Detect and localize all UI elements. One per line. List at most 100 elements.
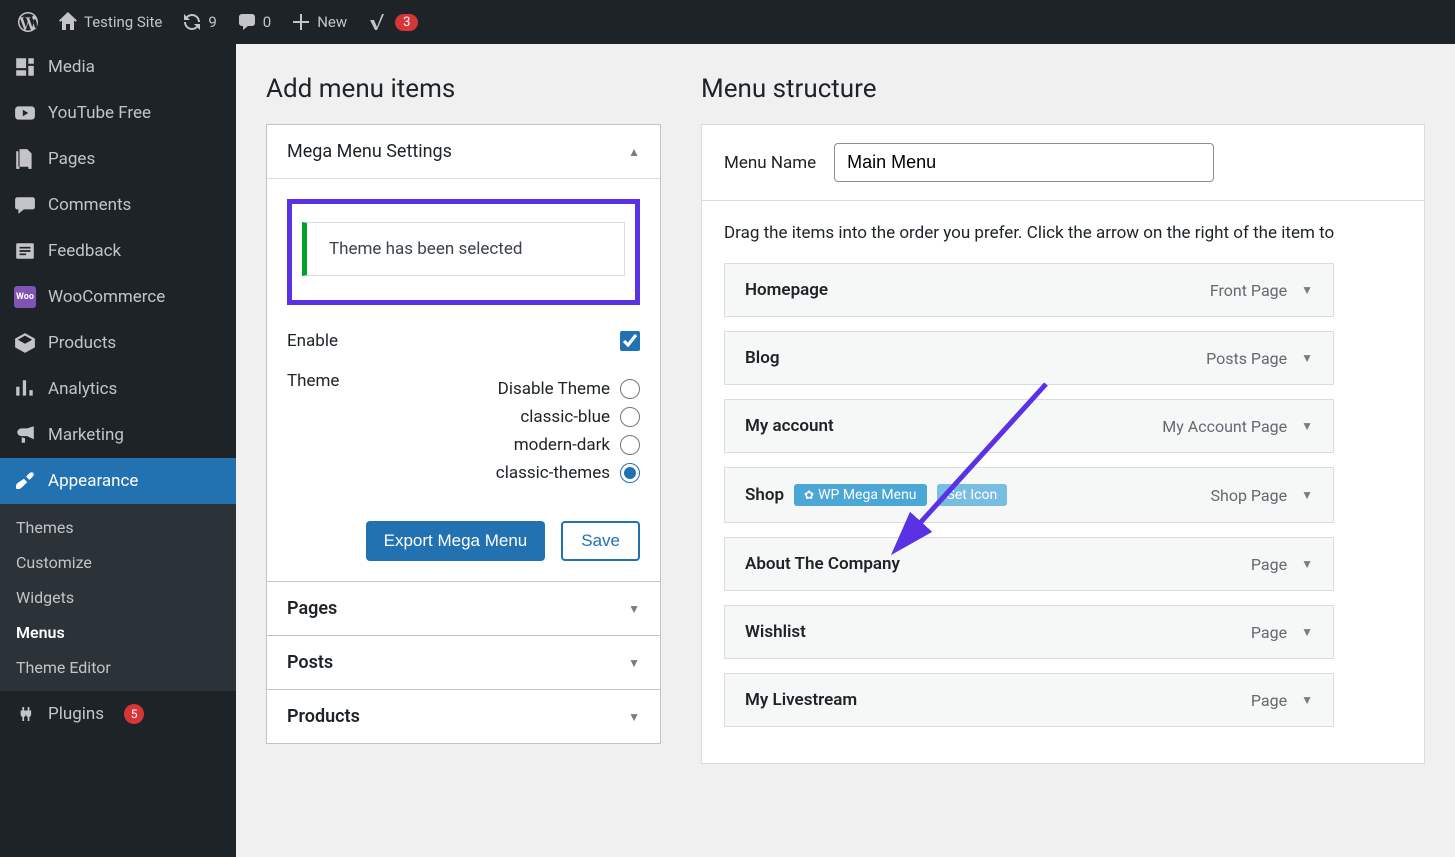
- wordpress-icon: [18, 12, 38, 32]
- theme-opt-disable[interactable]: Disable Theme: [496, 379, 640, 399]
- sidebar-item-pages[interactable]: Pages: [0, 136, 236, 182]
- menu-item-bar[interactable]: About The CompanyPage▼: [724, 537, 1334, 591]
- posts-panel: Posts▼: [266, 635, 661, 690]
- feedback-icon: [14, 240, 36, 262]
- save-button[interactable]: Save: [561, 521, 640, 561]
- menu-item-meta: Page▼: [1251, 691, 1313, 710]
- brush-icon: [14, 470, 36, 492]
- sidebar-item-youtube[interactable]: YouTube Free: [0, 90, 236, 136]
- wp-mega-menu-badge[interactable]: ✿ WP Mega Menu: [794, 484, 926, 506]
- sidebar-item-comments[interactable]: Comments: [0, 182, 236, 228]
- expand-item-icon[interactable]: ▼: [1301, 351, 1313, 365]
- sidebar-item-media[interactable]: Media: [0, 44, 236, 90]
- menu-structure-title: Menu structure: [701, 74, 1425, 104]
- site-name-link[interactable]: Testing Site: [48, 0, 172, 44]
- expand-item-icon[interactable]: ▼: [1301, 557, 1313, 571]
- sidebar-label: Plugins: [48, 704, 104, 724]
- menu-structure-wrap: Drag the items into the order you prefer…: [701, 201, 1425, 764]
- sidebar-label: Analytics: [48, 379, 117, 399]
- home-icon: [58, 12, 78, 32]
- menu-item-bar[interactable]: HomepageFront Page▼: [724, 263, 1334, 317]
- comments-link[interactable]: 0: [227, 0, 281, 44]
- sidebar-label: WooCommerce: [48, 287, 165, 307]
- theme-opt-classic-blue[interactable]: classic-blue: [496, 407, 640, 427]
- expand-item-icon[interactable]: ▼: [1301, 488, 1313, 502]
- menu-item-meta: Shop Page▼: [1211, 486, 1313, 505]
- plugins-count-badge: 5: [124, 704, 144, 724]
- media-icon: [14, 56, 36, 78]
- products-panel-header[interactable]: Products▼: [267, 690, 660, 743]
- mega-menu-panel-header[interactable]: Mega Menu Settings ▲: [267, 125, 660, 178]
- menu-item-bar[interactable]: Shop✿ WP Mega MenuSet IconShop Page▼: [724, 467, 1334, 523]
- expand-icon: ▼: [628, 602, 640, 616]
- submenu-theme-editor[interactable]: Theme Editor: [0, 650, 236, 685]
- menu-item-bar[interactable]: WishlistPage▼: [724, 605, 1334, 659]
- sidebar-label: Feedback: [48, 241, 121, 261]
- export-mega-menu-button[interactable]: Export Mega Menu: [366, 521, 546, 561]
- menu-item-title: My account: [745, 416, 834, 436]
- menu-item-bar[interactable]: BlogPosts Page▼: [724, 331, 1334, 385]
- menu-name-row: Menu Name: [701, 124, 1425, 201]
- expand-icon: ▼: [628, 656, 640, 670]
- sidebar-item-marketing[interactable]: Marketing: [0, 412, 236, 458]
- submenu-customize[interactable]: Customize: [0, 545, 236, 580]
- menu-item-title: About The Company: [745, 554, 900, 574]
- new-label: New: [317, 13, 347, 31]
- submenu-themes[interactable]: Themes: [0, 510, 236, 545]
- woo-icon: Woo: [14, 286, 36, 308]
- yoast-icon: [367, 12, 387, 32]
- pages-panel-header[interactable]: Pages▼: [267, 582, 660, 635]
- sidebar-item-analytics[interactable]: Analytics: [0, 366, 236, 412]
- sidebar-item-appearance[interactable]: Appearance: [0, 458, 236, 504]
- refresh-icon: [182, 12, 202, 32]
- yoast-link[interactable]: 3: [357, 0, 428, 44]
- sidebar-item-woocommerce[interactable]: Woo WooCommerce: [0, 274, 236, 320]
- products-panel: Products▼: [266, 689, 661, 744]
- comments-icon: [14, 194, 36, 216]
- submenu-menus[interactable]: Menus: [0, 615, 236, 650]
- collapse-icon: ▲: [628, 145, 640, 159]
- enable-checkbox[interactable]: [620, 331, 640, 351]
- expand-item-icon[interactable]: ▼: [1301, 283, 1313, 297]
- theme-label: Theme: [287, 371, 339, 391]
- youtube-icon: [14, 102, 36, 124]
- updates-link[interactable]: 9: [172, 0, 226, 44]
- sidebar-item-products[interactable]: Products: [0, 320, 236, 366]
- menu-item-bar[interactable]: My account My Account Page▼: [724, 399, 1334, 453]
- menu-item-meta: My Account Page▼: [1162, 417, 1313, 436]
- panel-title: Mega Menu Settings: [287, 141, 452, 162]
- yoast-count: 3: [395, 14, 418, 31]
- new-content-link[interactable]: New: [281, 0, 357, 44]
- sidebar-item-plugins[interactable]: Plugins 5: [0, 691, 236, 737]
- sidebar-label: Media: [48, 57, 95, 77]
- appearance-submenu: Themes Customize Widgets Menus Theme Edi…: [0, 504, 236, 691]
- theme-opt-classic-themes[interactable]: classic-themes: [496, 463, 640, 483]
- menu-item-meta: Front Page▼: [1210, 281, 1313, 300]
- add-items-title: Add menu items: [266, 74, 661, 104]
- set-icon-badge[interactable]: Set Icon: [937, 484, 1008, 506]
- pages-panel: Pages▼: [266, 581, 661, 636]
- add-menu-items-col: Add menu items Mega Menu Settings ▲ Them…: [266, 74, 661, 744]
- theme-row: Theme Disable Theme classic-blue modern-…: [287, 361, 640, 501]
- menu-name-input[interactable]: [834, 143, 1214, 182]
- posts-panel-header[interactable]: Posts▼: [267, 636, 660, 689]
- drag-description: Drag the items into the order you prefer…: [724, 223, 1402, 263]
- menu-item-bar[interactable]: My LivestreamPage▼: [724, 673, 1334, 727]
- mega-menu-panel-body: Theme has been selected Enable Theme Dis…: [267, 178, 660, 581]
- expand-item-icon[interactable]: ▼: [1301, 419, 1313, 433]
- expand-item-icon[interactable]: ▼: [1301, 625, 1313, 639]
- menu-item-meta: Page▼: [1251, 623, 1313, 642]
- menu-name-label: Menu Name: [724, 153, 816, 173]
- sidebar-item-feedback[interactable]: Feedback: [0, 228, 236, 274]
- site-name-text: Testing Site: [84, 13, 162, 31]
- updates-count: 9: [208, 13, 216, 31]
- submenu-widgets[interactable]: Widgets: [0, 580, 236, 615]
- plugin-icon: [14, 703, 36, 725]
- mega-panel-actions: Export Mega Menu Save: [287, 521, 640, 561]
- enable-row: Enable: [287, 321, 640, 361]
- pages-icon: [14, 148, 36, 170]
- expand-item-icon[interactable]: ▼: [1301, 693, 1313, 707]
- products-icon: [14, 332, 36, 354]
- theme-opt-modern-dark[interactable]: modern-dark: [496, 435, 640, 455]
- wp-logo[interactable]: [8, 0, 48, 44]
